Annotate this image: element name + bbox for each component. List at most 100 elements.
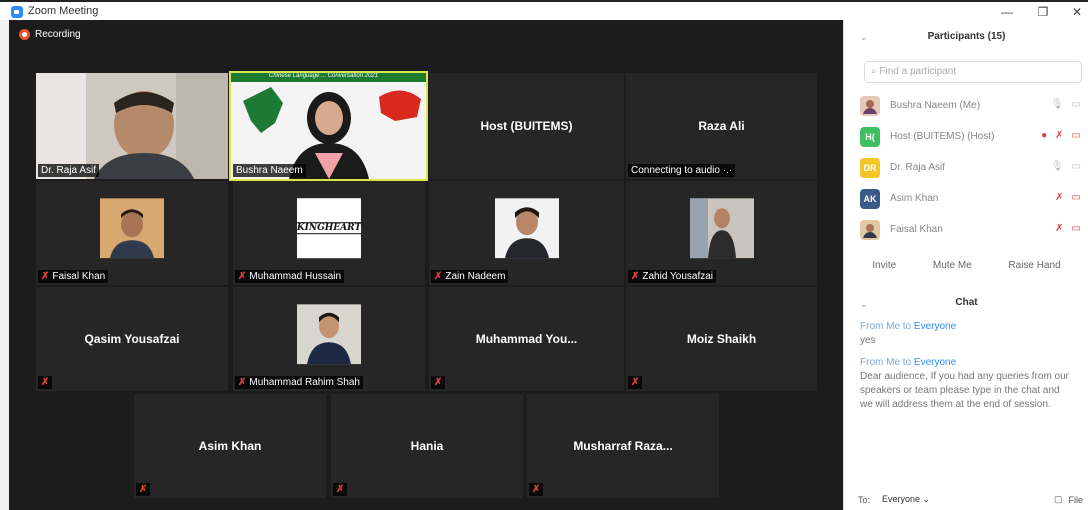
chat-footer: To: Everyone ⌄ ▢ File bbox=[858, 494, 1083, 505]
video-tile-zain-nadeem[interactable]: ✗ Zain Nadeem bbox=[429, 181, 624, 285]
participant-name: Zahid Yousafzai bbox=[642, 271, 714, 282]
mute-me-button[interactable]: Mute Me bbox=[933, 260, 972, 271]
participant-name: Muhammad Hussain bbox=[249, 271, 342, 282]
participant-name-label: ✗ bbox=[431, 376, 446, 389]
video-icon[interactable]: ▭ bbox=[1072, 161, 1081, 172]
video-tile-musharraf-raza[interactable]: Musharraf Raza... ✗ bbox=[527, 394, 719, 498]
participant-name: Bushra Naeem (Me) bbox=[890, 100, 981, 111]
video-tile-faisal-khan[interactable]: ✗ Faisal Khan bbox=[36, 181, 228, 285]
video-gallery: Recording Dr. Raja Asif Chinese Language… bbox=[9, 20, 843, 510]
mic-muted-icon: ✗ bbox=[336, 484, 345, 495]
participant-name: Moiz Shaikh bbox=[686, 332, 757, 346]
mic-icon[interactable]: 🎙 bbox=[1051, 99, 1064, 110]
mic-muted-icon: ✗ bbox=[139, 484, 148, 495]
participant-name-label: ✗ bbox=[136, 483, 151, 496]
video-tile-zahid-yousafzai[interactable]: ✗ Zahid Yousafzai bbox=[626, 181, 817, 285]
to-label: To: bbox=[858, 494, 871, 505]
participant-search-input[interactable]: ⌕ Find a participant bbox=[864, 61, 1082, 83]
participant-status-icons: ● ✗ ▭ bbox=[1041, 130, 1081, 141]
chat-message-text: yes bbox=[860, 335, 876, 346]
participant-name-label: ✗ bbox=[38, 376, 53, 389]
participant-row[interactable]: Faisal Khan ✗ ▭ bbox=[860, 214, 1085, 245]
restore-button[interactable]: ❐ bbox=[1028, 4, 1058, 20]
video-tile-raja-asif[interactable]: Dr. Raja Asif bbox=[36, 73, 228, 179]
participant-name-label: ✗ Zahid Yousafzai bbox=[628, 270, 717, 283]
participant-name-label: ✗ Faisal Khan bbox=[38, 270, 109, 283]
profile-photo: KINGHEART bbox=[296, 198, 362, 259]
mic-muted-icon: ✗ bbox=[631, 377, 640, 388]
video-off-icon[interactable]: ▭ bbox=[1072, 192, 1081, 203]
close-button[interactable]: ✕ bbox=[1062, 4, 1088, 20]
participant-name: Muhammad You... bbox=[475, 332, 578, 346]
avatar: DR bbox=[860, 157, 880, 178]
record-icon bbox=[19, 29, 30, 40]
mic-muted-icon[interactable]: ✗ bbox=[1055, 192, 1063, 203]
participant-name-label: ✗ bbox=[333, 483, 348, 496]
kingheart-logo: KINGHEART bbox=[296, 222, 362, 235]
chat-recipient: Everyone bbox=[913, 321, 957, 332]
participants-header: Participants (15) bbox=[927, 31, 1006, 42]
participant-name: Dr. Raja Asif bbox=[890, 162, 946, 173]
recipient-dropdown[interactable]: Everyone ⌄ bbox=[882, 494, 930, 505]
video-tile-hania[interactable]: Hania ✗ bbox=[331, 394, 523, 498]
mic-muted-icon: ✗ bbox=[238, 271, 247, 282]
chat-header: Chat bbox=[955, 297, 978, 308]
participant-row[interactable]: DR Dr. Raja Asif 🎙 ▭ bbox=[860, 152, 1085, 183]
participant-name: Raza Ali bbox=[698, 119, 745, 133]
mic-muted-icon: ✗ bbox=[631, 271, 640, 282]
video-tile-asim-khan[interactable]: Asim Khan ✗ bbox=[134, 394, 326, 498]
window-title: Zoom Meeting bbox=[28, 5, 99, 17]
avatar: H( bbox=[860, 126, 880, 147]
participant-name-label: ✗ Muhammad Hussain bbox=[235, 270, 345, 283]
video-tile-muhammad-hussain[interactable]: KINGHEART ✗ Muhammad Hussain bbox=[233, 181, 425, 285]
video-tile-muhammad-rahim-shah[interactable]: ✗ Muhammad Rahim Shah bbox=[233, 287, 425, 391]
video-off-icon[interactable]: ▭ bbox=[1072, 130, 1081, 141]
video-icon[interactable]: ▭ bbox=[1072, 99, 1081, 110]
mic-muted-icon: ✗ bbox=[532, 484, 541, 495]
participant-name-label: ✗ bbox=[529, 483, 544, 496]
chat-messages: From Me to Everyone yes From Me to Every… bbox=[860, 320, 1070, 420]
participant-status-icons: 🎙 ▭ bbox=[1051, 161, 1081, 172]
search-placeholder: Find a participant bbox=[879, 66, 957, 77]
participant-name: Dr. Raja Asif bbox=[41, 165, 97, 176]
recording-indicator[interactable]: Recording bbox=[19, 29, 81, 40]
file-button[interactable]: ▢ File bbox=[1054, 494, 1083, 505]
profile-photo bbox=[100, 198, 164, 259]
avatar bbox=[860, 219, 880, 240]
participant-name: Bushra Naeem bbox=[236, 165, 303, 176]
zoom-logo-icon bbox=[11, 6, 23, 18]
video-tile-qasim-yousafzai[interactable]: Qasim Yousafzai ✗ bbox=[36, 287, 228, 391]
mic-muted-icon: ✗ bbox=[434, 377, 443, 388]
video-tile-raza-ali[interactable]: Raza Ali Connecting to audio ·.· bbox=[626, 73, 817, 179]
video-tile-host[interactable]: Host (BUITEMS) bbox=[429, 73, 624, 179]
profile-photo bbox=[494, 198, 559, 259]
mic-icon[interactable]: 🎙 bbox=[1051, 161, 1064, 172]
participant-row[interactable]: Bushra Naeem (Me) 🎙 ▭ bbox=[860, 90, 1085, 121]
participant-name: Zain Nadeem bbox=[445, 271, 506, 282]
participant-name-label: Bushra Naeem bbox=[233, 164, 306, 177]
participant-status-icons: ✗ ▭ bbox=[1055, 192, 1081, 203]
mic-muted-icon: ✗ bbox=[434, 271, 443, 282]
video-tile-muhammad-you[interactable]: Muhammad You... ✗ bbox=[429, 287, 624, 391]
raise-hand-button[interactable]: Raise Hand bbox=[1008, 260, 1060, 271]
participant-name-label: ✗ Zain Nadeem bbox=[431, 270, 509, 283]
participant-name: Muhammad Rahim Shah bbox=[249, 377, 360, 388]
participant-row[interactable]: AK Asim Khan ✗ ▭ bbox=[860, 183, 1085, 214]
participant-name-label: Dr. Raja Asif bbox=[38, 164, 100, 177]
banner-text: Chinese Language ... Conversation 2021 bbox=[269, 73, 379, 79]
mic-muted-icon: ✗ bbox=[238, 377, 247, 388]
side-panel: ⌄ Participants (15) ⌕ Find a participant… bbox=[843, 20, 1088, 510]
participant-name-label: ✗ Muhammad Rahim Shah bbox=[235, 376, 363, 389]
video-tile-bushra-naeem[interactable]: Chinese Language ... Conversation 2021 B… bbox=[229, 71, 428, 181]
chat-message-meta: From Me to Everyone bbox=[860, 320, 1070, 334]
participant-name: Asim Khan bbox=[890, 193, 939, 204]
invite-button[interactable]: Invite bbox=[872, 260, 896, 271]
connecting-audio-label: Connecting to audio ·.· bbox=[628, 164, 736, 177]
mic-muted-icon[interactable]: ✗ bbox=[1055, 130, 1063, 141]
mic-muted-icon: ✗ bbox=[41, 271, 50, 282]
minimize-button[interactable]: — bbox=[992, 4, 1022, 20]
video-tile-moiz-shaikh[interactable]: Moiz Shaikh ✗ bbox=[626, 287, 817, 391]
participant-row[interactable]: H( Host (BUITEMS) (Host) ● ✗ ▭ bbox=[860, 121, 1085, 152]
video-off-icon[interactable]: ▭ bbox=[1072, 223, 1081, 234]
mic-muted-icon[interactable]: ✗ bbox=[1055, 223, 1063, 234]
